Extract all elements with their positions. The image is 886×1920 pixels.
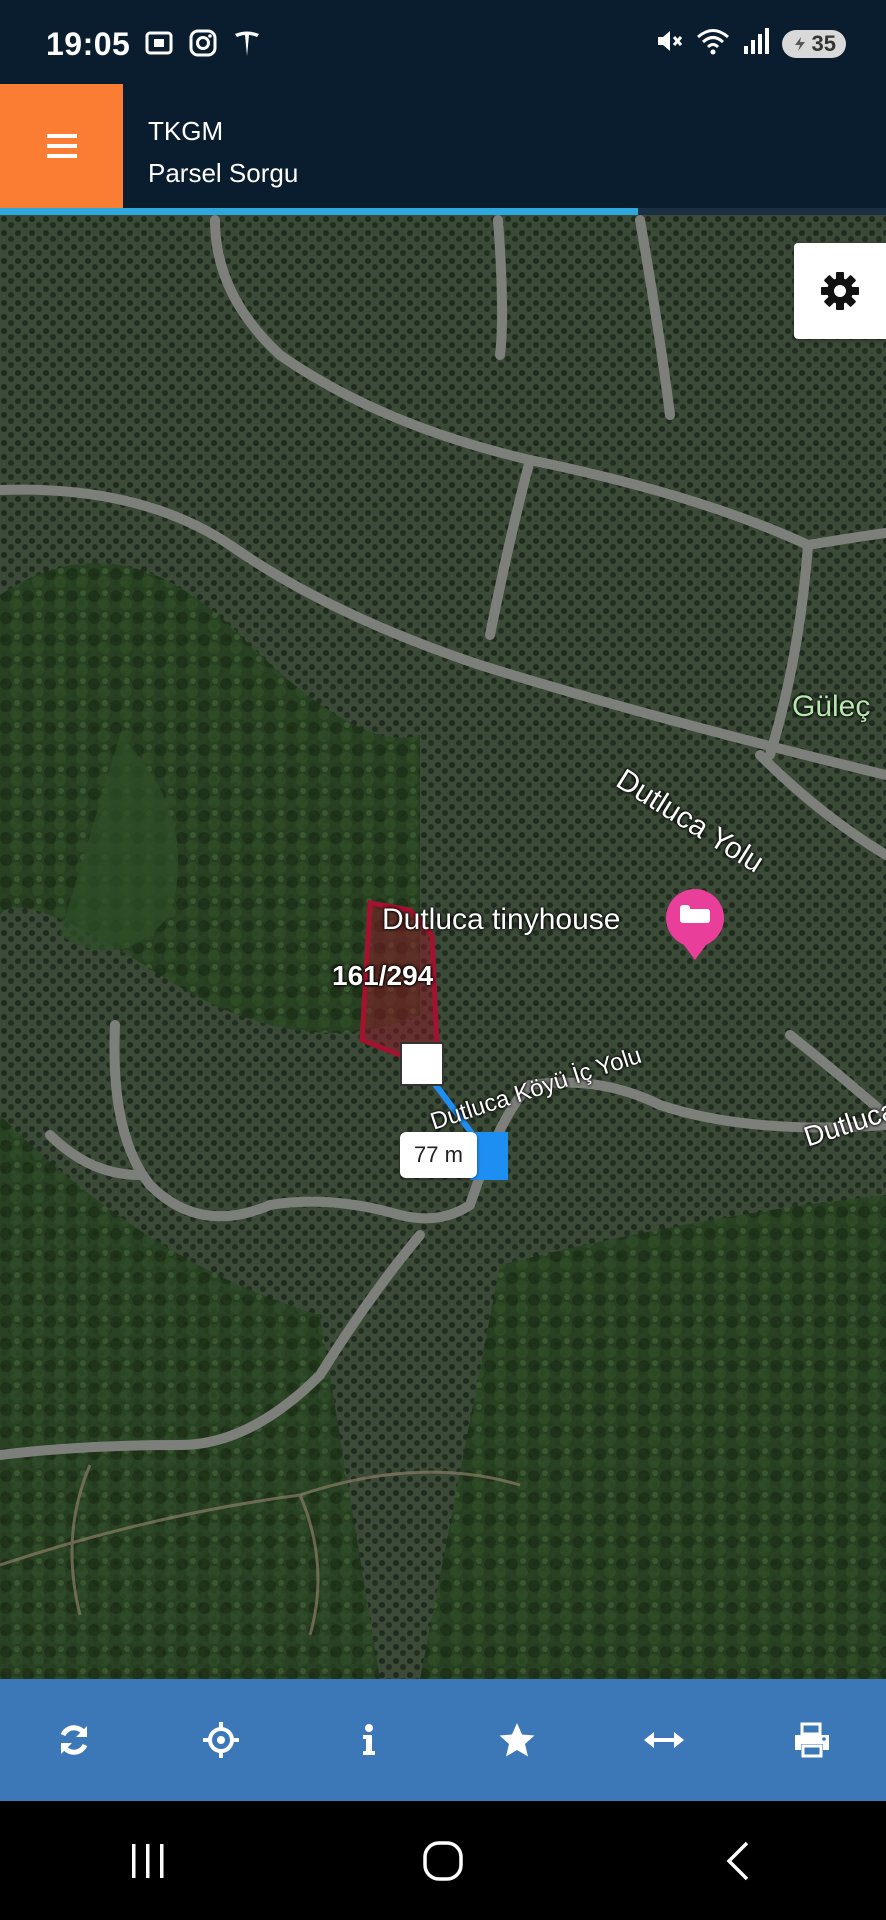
map-label-tinyhouse: Dutluca tinyhouse — [382, 903, 621, 936]
favorite-button[interactable] — [482, 1705, 552, 1775]
refresh-button[interactable] — [39, 1705, 109, 1775]
status-time: 19:05 — [46, 26, 131, 62]
battery-icon: 35 — [781, 29, 846, 58]
loading-progress — [0, 208, 886, 215]
signal-icon — [742, 26, 770, 61]
instagram-icon — [188, 28, 218, 63]
map-label-gulec: Güleç — [792, 690, 871, 723]
battery-level: 35 — [811, 30, 836, 56]
info-button[interactable] — [334, 1705, 404, 1775]
parcel-label[interactable]: 161/294 — [332, 960, 433, 992]
hamburger-icon — [46, 134, 77, 158]
star-icon — [499, 1723, 535, 1757]
status-bar: 19:05 35 — [0, 0, 886, 84]
gear-icon — [821, 272, 859, 310]
print-icon — [795, 1722, 830, 1758]
mute-icon — [654, 26, 684, 61]
measure-button[interactable] — [629, 1705, 699, 1775]
home-icon — [423, 1840, 463, 1881]
arrows-horizontal-icon — [644, 1732, 685, 1748]
home-button[interactable] — [383, 1821, 503, 1901]
map-toolbar — [0, 1679, 886, 1801]
locate-button[interactable] — [186, 1705, 256, 1775]
satellite-map[interactable]: Güleç Dutluca Yolu Dutluca tinyhouse Dut… — [0, 215, 886, 1679]
info-icon — [363, 1724, 376, 1755]
tesla-icon — [232, 28, 262, 63]
back-button[interactable] — [678, 1821, 798, 1901]
settings-button[interactable] — [794, 243, 886, 339]
wifi-icon — [696, 26, 730, 61]
print-button[interactable] — [777, 1705, 847, 1775]
measure-start-handle[interactable] — [400, 1042, 444, 1086]
app-header: TKGM Parsel Sorgu — [0, 84, 886, 208]
crosshair-icon — [203, 1722, 240, 1758]
recents-button[interactable] — [88, 1821, 208, 1901]
screenshot-icon — [144, 28, 174, 63]
back-icon — [726, 1841, 749, 1880]
system-nav-bar — [0, 1801, 886, 1920]
menu-button[interactable] — [0, 84, 123, 208]
refresh-icon — [60, 1725, 88, 1755]
measure-distance-label: 77 m — [400, 1132, 477, 1178]
loading-progress-fill — [0, 208, 638, 215]
recents-icon — [131, 1843, 164, 1878]
app-title: TKGM — [148, 116, 224, 146]
map-imagery — [0, 215, 886, 1679]
app-subtitle: Parsel Sorgu — [148, 158, 299, 188]
